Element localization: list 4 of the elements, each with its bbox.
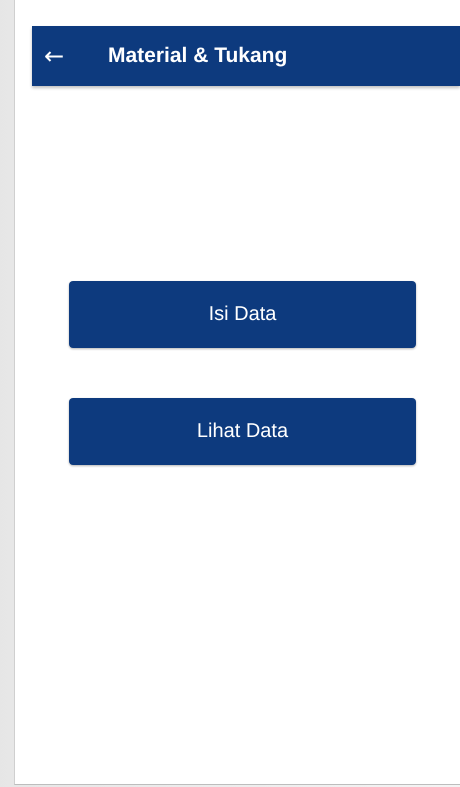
action-button[interactable]: Isi Data <box>69 281 416 348</box>
action-button[interactable]: Lihat Data <box>69 398 416 465</box>
screen-title: Material & Tukang <box>108 44 288 68</box>
back-button[interactable]: ← <box>42 44 66 68</box>
